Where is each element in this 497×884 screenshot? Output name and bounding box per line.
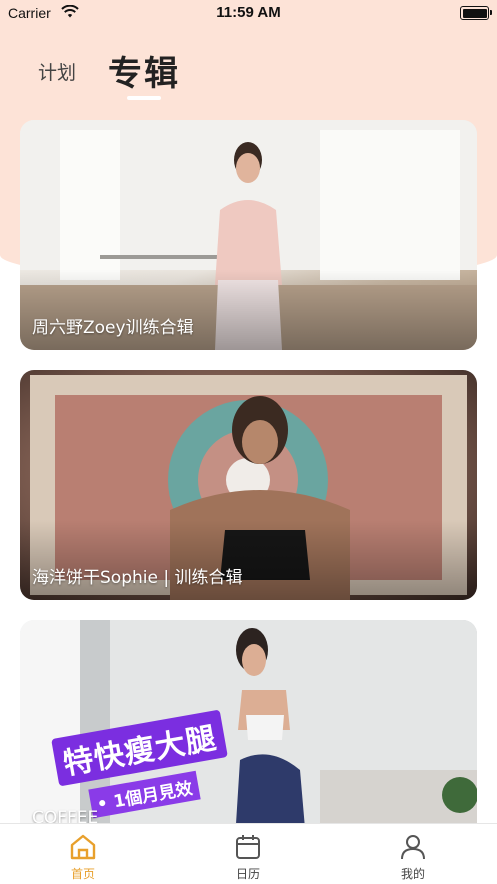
card-title: 海洋饼干Sophie | 训练合辑 — [32, 568, 243, 588]
tabbar-label: 我的 — [400, 867, 425, 881]
card-shade — [20, 520, 477, 600]
tabbar-profile[interactable]: 我的 — [373, 824, 453, 884]
tabbar-calendar[interactable]: 日历 — [208, 824, 288, 884]
tabbar-label: 首页 — [70, 867, 95, 881]
tab-plan[interactable]: 计划 — [38, 58, 76, 110]
card-photo — [20, 620, 477, 840]
calendar-icon — [235, 833, 261, 861]
tab-album[interactable]: 专辑 — [108, 46, 180, 110]
tab-indicator — [127, 96, 161, 100]
album-card[interactable]: 周六野Zoey训练合辑 — [20, 120, 477, 350]
battery-icon — [460, 6, 492, 20]
person-icon — [400, 833, 426, 861]
tabbar-home[interactable]: 首页 — [43, 824, 123, 884]
clock: 11:59 AM — [216, 4, 281, 21]
segment-tabs: 计划 专辑 — [0, 50, 497, 110]
tabbar-label: 日历 — [235, 867, 260, 881]
status-bar: Carrier 11:59 AM — [0, 0, 497, 26]
card-title: 周六野Zoey训练合辑 — [32, 318, 194, 338]
album-card[interactable]: 特快瘦大腿 • 1個月見效 COFFEE — [20, 620, 477, 840]
home-icon — [70, 833, 96, 861]
album-card[interactable]: 海洋饼干Sophie | 训练合辑 — [20, 370, 477, 600]
card-shade — [20, 270, 477, 350]
bottom-tab-bar: 首页 日历 我的 — [0, 823, 497, 884]
